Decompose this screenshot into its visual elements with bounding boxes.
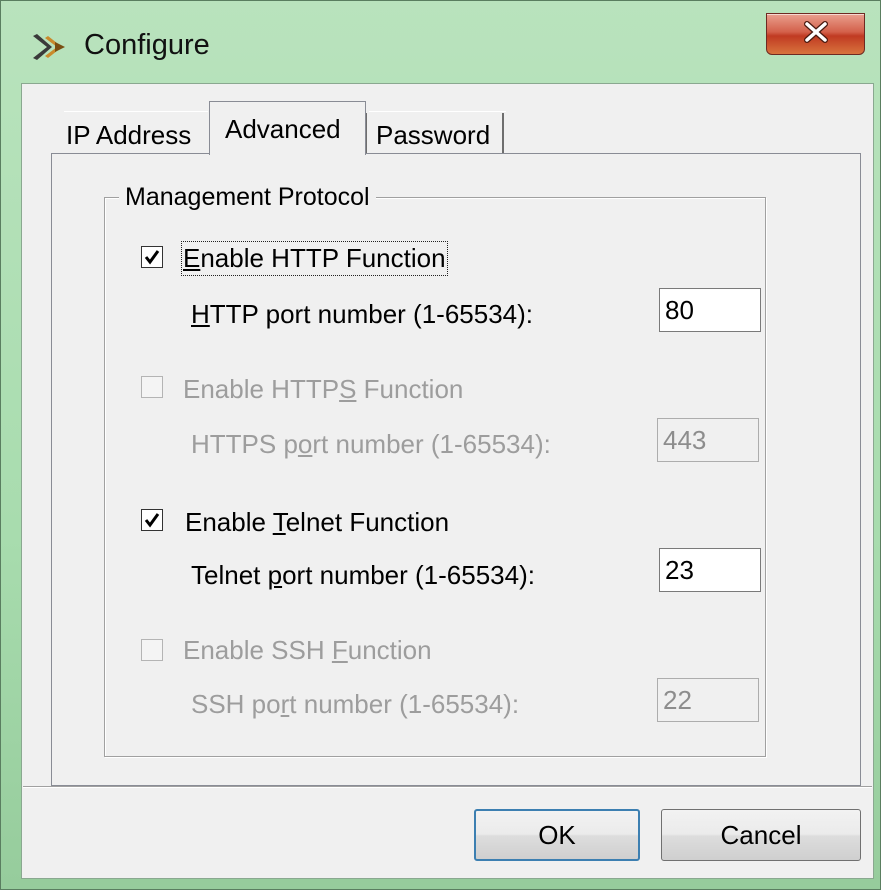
http-port-input[interactable]: 80: [659, 288, 761, 332]
telnet-enable-checkbox[interactable]: [141, 509, 163, 531]
group-title: Management Protocol: [119, 183, 376, 212]
tab-advanced[interactable]: Advanced: [209, 101, 366, 155]
http-port-label: HTTP port number (1-65534):: [191, 299, 534, 329]
https-enable-label[interactable]: Enable HTTPS Function: [183, 374, 463, 405]
checkmark-icon: [144, 250, 160, 265]
close-button[interactable]: [766, 13, 865, 55]
ssh-enable-checkbox[interactable]: [141, 639, 163, 661]
close-icon: [803, 20, 829, 48]
telnet-port-label: Telnet port number (1-65534):: [191, 560, 535, 590]
ssh-port-input[interactable]: 22: [657, 678, 759, 722]
tab-label: Advanced: [225, 114, 341, 144]
telnet-enable-label[interactable]: Enable Telnet Function: [185, 507, 449, 538]
management-protocol-group: [104, 197, 766, 757]
http-enable-checkbox[interactable]: [141, 246, 163, 268]
checkmark-icon: [144, 513, 160, 528]
tab-password[interactable]: Password: [369, 111, 506, 155]
cancel-button[interactable]: Cancel: [661, 809, 861, 861]
tools-icon: [31, 32, 67, 62]
ssh-enable-label[interactable]: Enable SSH Function: [183, 635, 432, 666]
tab-label: IP Address: [66, 120, 192, 150]
ssh-port-label: SSH port number (1-65534):: [191, 689, 520, 719]
window-title: Configure: [84, 29, 210, 61]
https-enable-checkbox[interactable]: [141, 376, 163, 398]
ok-button[interactable]: OK: [474, 809, 640, 861]
http-enable-label[interactable]: Enable HTTP Function: [181, 241, 448, 276]
configure-dialog: Configure IP Address Advanced Password M…: [0, 0, 881, 890]
tab-ip-address[interactable]: IP Address: [64, 111, 208, 155]
tab-label: Password: [376, 120, 491, 150]
tab-separator: [502, 113, 504, 153]
title-bar[interactable]: Configure: [1, 1, 881, 83]
https-port-input[interactable]: 443: [657, 418, 759, 462]
https-port-label: HTTPS port number (1-65534):: [191, 429, 551, 459]
button-area-divider: [23, 786, 872, 788]
telnet-port-input[interactable]: 23: [659, 548, 761, 592]
